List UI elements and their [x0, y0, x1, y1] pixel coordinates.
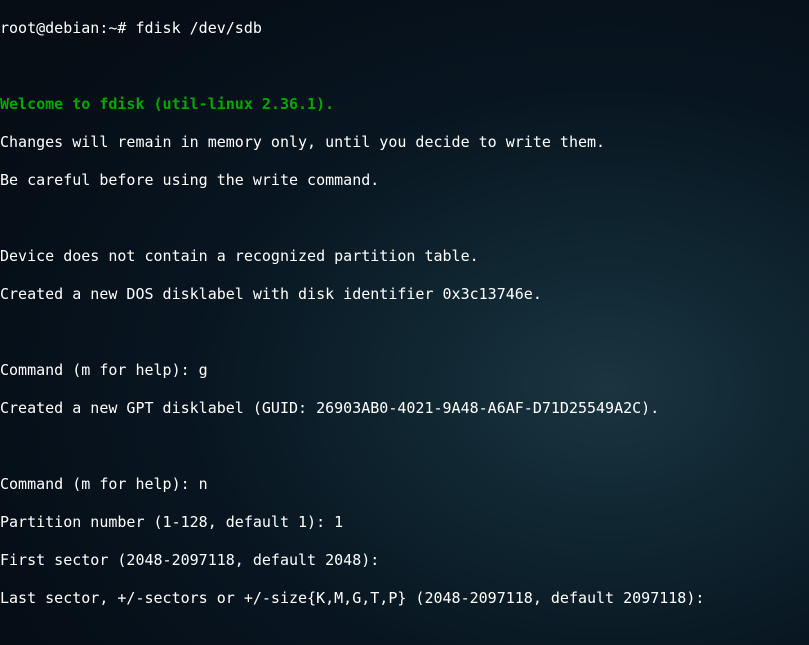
blank-line	[0, 57, 809, 76]
fdisk-last-sector: Last sector, +/-sectors or +/-size{K,M,G…	[0, 589, 809, 608]
blank-line	[0, 627, 809, 645]
fdisk-dos-label: Created a new DOS disklabel with disk id…	[0, 285, 809, 304]
blank-line	[0, 323, 809, 342]
terminal-output[interactable]: root@debian:~# fdisk /dev/sdb Welcome to…	[0, 0, 809, 645]
fdisk-first-sector: First sector (2048-2097118, default 2048…	[0, 551, 809, 570]
command-fdisk: fdisk /dev/sdb	[135, 19, 261, 37]
blank-line	[0, 209, 809, 228]
fdisk-intro-1: Changes will remain in memory only, unti…	[0, 133, 809, 152]
fdisk-cmd-g: Command (m for help): g	[0, 361, 809, 380]
prompt-line-1: root@debian:~# fdisk /dev/sdb	[0, 19, 809, 38]
fdisk-no-table: Device does not contain a recognized par…	[0, 247, 809, 266]
shell-prompt: root@debian:~#	[0, 19, 135, 37]
blank-line	[0, 437, 809, 456]
fdisk-welcome: Welcome to fdisk (util-linux 2.36.1).	[0, 95, 809, 114]
fdisk-cmd-n: Command (m for help): n	[0, 475, 809, 494]
fdisk-gpt-label: Created a new GPT disklabel (GUID: 26903…	[0, 399, 809, 418]
fdisk-partition-number: Partition number (1-128, default 1): 1	[0, 513, 809, 532]
fdisk-intro-2: Be careful before using the write comman…	[0, 171, 809, 190]
